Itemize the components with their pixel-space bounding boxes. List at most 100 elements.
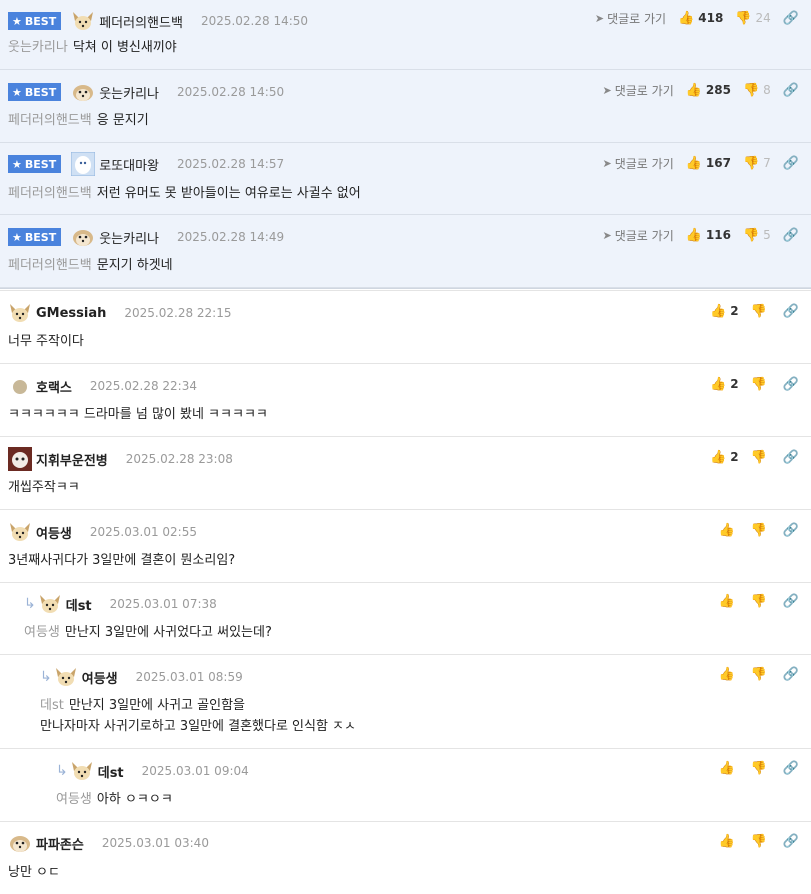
goto-comment-link[interactable]: ➤ 댓글로 가기 xyxy=(595,10,666,27)
comment-actions: 👍 👎 🔗 xyxy=(718,831,799,851)
comment-header: 파파존슨 2025.03.01 03:40 xyxy=(8,832,209,854)
downvote-button[interactable]: 👎 24 xyxy=(735,11,770,26)
paper-plane-icon: ➤ xyxy=(602,83,612,97)
goto-label: 댓글로 가기 xyxy=(614,228,674,243)
link-icon[interactable]: 🔗 xyxy=(783,450,799,465)
avatar[interactable] xyxy=(71,225,95,249)
link-icon[interactable]: 🔗 xyxy=(783,11,799,26)
avatar[interactable] xyxy=(54,665,78,689)
upvote-button[interactable]: 👍 285 xyxy=(686,83,731,98)
reply-mention[interactable]: 여등생 xyxy=(56,792,92,807)
avatar[interactable] xyxy=(8,831,32,855)
downvote-button[interactable]: 👎 xyxy=(751,761,771,776)
comment-header: 여등생 2025.03.01 02:55 xyxy=(8,521,197,543)
upvote-button[interactable]: 👍 167 xyxy=(686,156,731,171)
comment-date: 2025.02.28 22:15 xyxy=(124,306,232,320)
link-icon[interactable]: 🔗 xyxy=(783,156,799,171)
nickname[interactable]: 웃는카리나 xyxy=(99,228,159,247)
link-icon[interactable]: 🔗 xyxy=(783,377,799,392)
downvote-button[interactable]: 👎 xyxy=(751,834,771,849)
link-icon[interactable]: 🔗 xyxy=(783,523,799,538)
link-icon[interactable]: 🔗 xyxy=(783,761,799,776)
downvote-button[interactable]: 👎 7 xyxy=(743,156,771,171)
link-icon[interactable]: 🔗 xyxy=(783,304,799,319)
comment-actions: ➤ 댓글로 가기 👍 167 👎 7 🔗 xyxy=(603,153,800,173)
upvote-button[interactable]: 👍 xyxy=(718,761,738,776)
upvote-button[interactable]: 👍 xyxy=(718,667,738,682)
upvote-count: 2 xyxy=(730,450,739,464)
comment-body: 3년째사귀다가 3일만에 결혼이 뭔소리임? xyxy=(8,550,235,571)
reply-mention[interactable]: 여등생 xyxy=(24,625,60,640)
goto-comment-link[interactable]: ➤ 댓글로 가기 xyxy=(603,82,674,99)
link-icon[interactable]: 🔗 xyxy=(783,594,799,609)
avatar[interactable] xyxy=(8,447,32,471)
link-icon[interactable]: 🔗 xyxy=(783,667,799,682)
avatar[interactable] xyxy=(71,80,95,104)
goto-comment-link[interactable]: ➤ 댓글로 가기 xyxy=(603,155,674,172)
thumbs-down-icon: 👎 xyxy=(750,833,767,849)
downvote-button[interactable]: 👎 xyxy=(751,523,771,538)
avatar[interactable] xyxy=(8,374,32,398)
comment-text: 3년째사귀다가 3일만에 결혼이 뭔소리임? xyxy=(8,553,236,568)
upvote-button[interactable]: 👍 2 xyxy=(710,304,739,319)
downvote-button[interactable]: 👎 5 xyxy=(743,228,771,243)
nickname[interactable]: 파파존슨 xyxy=(36,834,84,853)
downvote-button[interactable]: 👎 8 xyxy=(743,83,771,98)
comment-text: 너무 주작이다 xyxy=(8,334,84,349)
comment-actions: 👍 2 👎 🔗 xyxy=(710,374,799,394)
nickname[interactable]: 호랙스 xyxy=(36,377,72,396)
avatar[interactable] xyxy=(8,301,32,325)
upvote-button[interactable]: 👍 2 xyxy=(710,377,739,392)
nickname[interactable]: 여등생 xyxy=(82,668,118,687)
upvote-button[interactable]: 👍 2 xyxy=(710,450,739,465)
downvote-button[interactable]: 👎 xyxy=(751,594,771,609)
link-icon[interactable]: 🔗 xyxy=(783,83,799,98)
upvote-button[interactable]: 👍 xyxy=(718,594,738,609)
upvote-button[interactable]: 👍 xyxy=(718,834,738,849)
thumbs-down-icon: 👎 xyxy=(750,522,767,538)
comment-date: 2025.03.01 02:55 xyxy=(89,525,197,539)
thumbs-down-icon: 👎 xyxy=(742,227,760,243)
upvote-button[interactable]: 👍 xyxy=(718,523,738,538)
nickname[interactable]: 데st xyxy=(66,595,92,614)
nickname[interactable]: GMessiah xyxy=(36,306,106,321)
reply-mention[interactable]: 페더러의핸드백 xyxy=(8,113,92,128)
nickname[interactable]: 페더러의핸드백 xyxy=(99,12,183,31)
reply-mention[interactable]: 페더러의핸드백 xyxy=(8,258,92,273)
comment-header: ↳ 데st 2025.03.01 09:04 xyxy=(56,760,249,782)
avatar[interactable] xyxy=(71,9,95,33)
thumbs-up-icon: 👍 xyxy=(685,155,702,171)
comment-actions: 👍 👎 🔗 xyxy=(718,758,799,778)
link-icon[interactable]: 🔗 xyxy=(783,228,799,243)
nickname[interactable]: 로또대마왕 xyxy=(99,155,159,174)
nickname[interactable]: 웃는카리나 xyxy=(99,83,159,102)
nickname[interactable]: 지휘부운전병 xyxy=(36,450,108,469)
avatar[interactable] xyxy=(70,151,96,177)
reply-mention[interactable]: 데st xyxy=(40,698,64,713)
upvote-button[interactable]: 👍 418 xyxy=(678,11,723,26)
comment-header: GMessiah 2025.02.28 22:15 xyxy=(8,302,232,324)
downvote-button[interactable]: 👎 xyxy=(751,377,771,392)
comment-date: 2025.02.28 14:50 xyxy=(177,85,285,99)
comment-text: ㅋㅋㅋㅋㅋㅋ 드라마를 넘 많이 봤네 ㅋㅋㅋㅋㅋ xyxy=(8,407,268,422)
reply-mention[interactable]: 페더러의핸드백 xyxy=(8,186,92,201)
comment-text: 응 문지기 xyxy=(96,113,149,128)
nickname[interactable]: 여등생 xyxy=(36,523,72,542)
comment-header: ↳ 여등생 2025.03.01 08:59 xyxy=(40,666,243,688)
downvote-button[interactable]: 👎 xyxy=(751,667,771,682)
avatar[interactable] xyxy=(38,592,62,616)
downvote-button[interactable]: 👎 xyxy=(751,450,771,465)
goto-comment-link[interactable]: ➤ 댓글로 가기 xyxy=(603,227,674,244)
reply-mention[interactable]: 웃는카리나 xyxy=(8,40,68,55)
best-comment: ★ BEST 페더러의핸드백 2025.02.28 14:50 웃는카리나 닥쳐 이… xyxy=(0,0,811,70)
nickname[interactable]: 데st xyxy=(98,762,124,781)
downvote-button[interactable]: 👎 xyxy=(751,304,771,319)
avatar[interactable] xyxy=(8,520,32,544)
link-icon[interactable]: 🔗 xyxy=(783,834,799,849)
comment-body: 개씹주작ㅋㅋ xyxy=(8,477,80,498)
avatar[interactable] xyxy=(70,759,94,783)
upvote-button[interactable]: 👍 116 xyxy=(686,228,731,243)
comment-date: 2025.03.01 08:59 xyxy=(135,670,243,684)
upvote-count: 116 xyxy=(705,228,731,242)
thumbs-down-icon: 👎 xyxy=(742,82,760,98)
